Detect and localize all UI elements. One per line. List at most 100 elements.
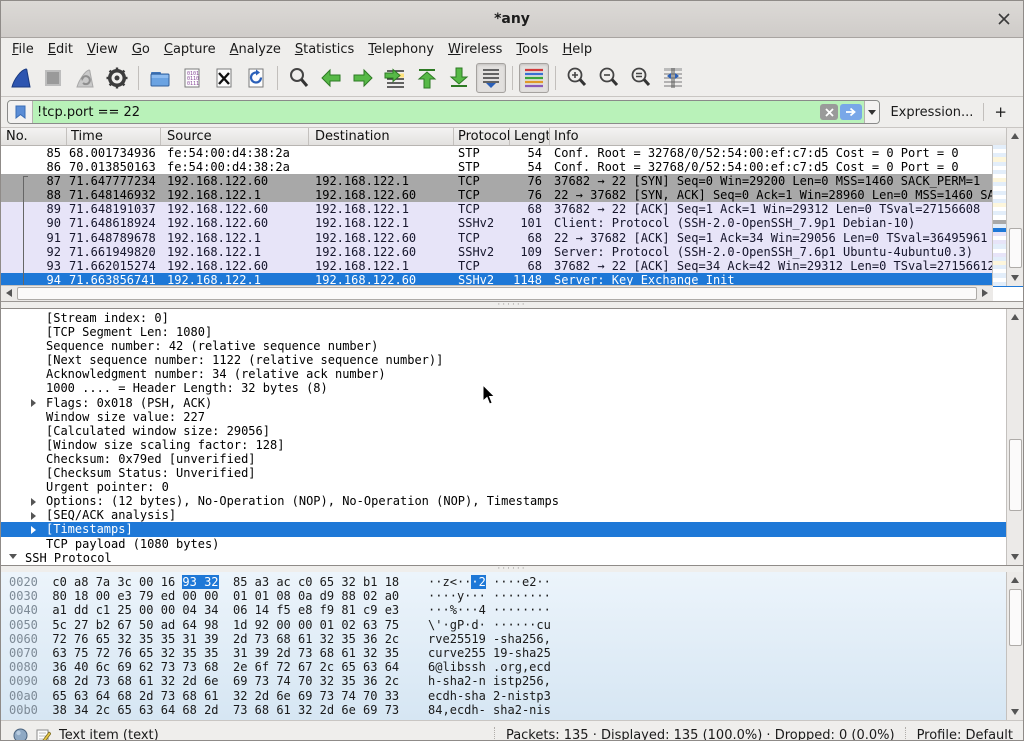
packet-row-86[interactable]: 8670.013850163fe:54:00:d4:38:2aSTP54Conf… (1, 160, 1023, 174)
detail-line[interactable]: [SEQ/ACK analysis] (1, 508, 1007, 522)
column-header-info[interactable]: Info (550, 128, 1023, 145)
window-close-button[interactable] (995, 10, 1013, 28)
packet-row-91[interactable]: 9171.648789678192.168.122.1192.168.122.6… (1, 231, 1023, 245)
start-capture-button[interactable] (6, 63, 36, 93)
column-header-no[interactable]: No. (1, 128, 67, 145)
scroll-down-button[interactable] (1008, 271, 1022, 285)
bytes-vertical-scrollbar[interactable] (1006, 572, 1023, 720)
detail-line[interactable]: SSH Protocol (1, 551, 1007, 565)
open-capture-button[interactable] (145, 63, 175, 93)
hex-row-0030[interactable]: 0030 80 18 00 e3 79 ed 00 00 01 01 08 0a… (9, 589, 551, 603)
detail-line[interactable]: [TCP Segment Len: 1080] (1, 325, 1007, 339)
hex-row-0080[interactable]: 0080 36 40 6c 69 62 73 73 68 2e 6f 72 67… (9, 660, 551, 674)
scrollbar-thumb[interactable] (17, 287, 977, 300)
stop-capture-button[interactable] (38, 63, 68, 93)
display-filter-input[interactable] (33, 105, 820, 120)
menu-file[interactable]: File (5, 40, 41, 59)
restart-capture-button[interactable] (70, 63, 100, 93)
hex-row-0040[interactable]: 0040 a1 dd c1 25 00 00 04 34 06 14 f5 e8… (9, 603, 551, 617)
column-header-length[interactable]: Length (510, 128, 550, 145)
scroll-right-button[interactable] (978, 286, 992, 300)
go-to-packet-button[interactable] (380, 63, 410, 93)
menu-statistics[interactable]: Statistics (288, 40, 361, 59)
detail-line[interactable]: Urgent pointer: 0 (1, 480, 1007, 494)
menu-wireless[interactable]: Wireless (441, 40, 509, 59)
hex-row-0020[interactable]: 0020 c0 a8 7a 3c 00 16 93 32 85 a3 ac c0… (9, 575, 551, 589)
menu-view[interactable]: View (80, 40, 125, 59)
scroll-up-button[interactable] (1008, 573, 1022, 587)
menu-tools[interactable]: Tools (509, 40, 555, 59)
expander-collapsed-icon[interactable] (31, 498, 36, 506)
scroll-down-button[interactable] (1008, 550, 1022, 564)
display-filter-field[interactable] (7, 100, 880, 124)
hex-row-0060[interactable]: 0060 72 76 65 32 35 35 31 39 2d 73 68 61… (9, 632, 551, 646)
packet-row-92[interactable]: 9271.661949820192.168.122.1192.168.122.6… (1, 245, 1023, 259)
filter-history-dropdown[interactable] (864, 101, 879, 123)
detail-line[interactable]: Sequence number: 42 (relative sequence n… (1, 339, 1007, 353)
menu-go[interactable]: Go (125, 40, 157, 59)
packet-row-93[interactable]: 9371.662015274192.168.122.60192.168.122.… (1, 259, 1023, 273)
packet-row-85[interactable]: 8568.001734936fe:54:00:d4:38:2aSTP54Conf… (1, 146, 1023, 160)
packet-list-horizontal-scrollbar[interactable] (1, 285, 993, 301)
zoom-in-button[interactable] (562, 63, 592, 93)
scrollbar-thumb[interactable] (1009, 228, 1022, 268)
filter-apply-button[interactable] (840, 104, 862, 120)
detail-line[interactable]: TCP payload (1080 bytes) (1, 537, 1007, 551)
detail-line[interactable]: [Checksum Status: Unverified] (1, 466, 1007, 480)
filter-add-button[interactable]: + (984, 103, 1017, 121)
menu-capture[interactable]: Capture (157, 40, 223, 59)
details-vertical-scrollbar[interactable] (1006, 309, 1023, 565)
title-bar[interactable]: *any (1, 1, 1023, 38)
packet-list-vertical-scrollbar[interactable] (1006, 128, 1023, 286)
scroll-up-button[interactable] (1008, 310, 1022, 324)
packet-row-90[interactable]: 9071.648618924192.168.122.60192.168.122.… (1, 216, 1023, 230)
expression-button[interactable]: Expression... (880, 105, 983, 120)
detail-line[interactable]: Flags: 0x018 (PSH, ACK) (1, 396, 1007, 410)
go-last-button[interactable] (444, 63, 474, 93)
zoom-out-button[interactable] (594, 63, 624, 93)
column-header-protocol[interactable]: Protocol (454, 128, 510, 145)
expander-expanded-icon[interactable] (9, 554, 17, 559)
menu-help[interactable]: Help (555, 40, 599, 59)
column-header-destination[interactable]: Destination (309, 128, 454, 145)
find-packet-button[interactable] (284, 63, 314, 93)
reload-capture-button[interactable] (241, 63, 271, 93)
expander-collapsed-icon[interactable] (31, 512, 36, 520)
column-header-source[interactable]: Source (161, 128, 309, 145)
hex-row-00b0[interactable]: 00b0 38 34 2c 65 63 64 68 2d 73 68 61 32… (9, 703, 551, 717)
detail-line[interactable]: Checksum: 0x79ed [unverified] (1, 452, 1007, 466)
packet-row-88[interactable]: 8871.648146932192.168.122.1192.168.122.6… (1, 188, 1023, 202)
hex-row-0050[interactable]: 0050 5c 27 b2 67 50 ad 64 98 1d 92 00 00… (9, 618, 551, 632)
scrollbar-thumb[interactable] (1009, 589, 1022, 646)
hex-row-0090[interactable]: 0090 68 2d 73 68 61 32 2d 6e 69 73 74 70… (9, 674, 551, 688)
scroll-up-button[interactable] (1008, 129, 1022, 143)
go-next-button[interactable] (348, 63, 378, 93)
expander-collapsed-icon[interactable] (31, 526, 36, 534)
scroll-left-button[interactable] (2, 286, 16, 300)
save-capture-button[interactable]: 010101100111 (177, 63, 207, 93)
go-previous-button[interactable] (316, 63, 346, 93)
detail-line[interactable]: SSH Version 2 (encryption:chacha20-poly1… (1, 565, 1007, 566)
status-profile[interactable]: Profile: Default (917, 728, 1013, 741)
hex-row-0070[interactable]: 0070 63 75 72 76 65 32 35 35 31 39 2d 73… (9, 646, 551, 660)
column-header-time[interactable]: Time (67, 128, 161, 145)
packet-list-minimap[interactable] (992, 145, 1007, 286)
detail-line[interactable]: Acknowledgment number: 34 (relative ack … (1, 367, 1007, 381)
zoom-original-button[interactable] (626, 63, 656, 93)
expander-collapsed-icon[interactable] (31, 399, 36, 407)
resize-columns-button[interactable] (658, 63, 688, 93)
capture-comment-icon[interactable] (36, 728, 51, 741)
menu-analyze[interactable]: Analyze (223, 40, 288, 59)
filter-clear-button[interactable] (820, 104, 838, 120)
detail-line[interactable]: Options: (12 bytes), No-Operation (NOP),… (1, 494, 1007, 508)
capture-options-button[interactable] (102, 63, 132, 93)
menu-edit[interactable]: Edit (41, 40, 80, 59)
menu-telephony[interactable]: Telephony (361, 40, 441, 59)
detail-line[interactable]: 1000 .... = Header Length: 32 bytes (8) (1, 381, 1007, 395)
scroll-down-button[interactable] (1008, 705, 1022, 719)
detail-line[interactable]: [Stream index: 0] (1, 311, 1007, 325)
hex-row-00a0[interactable]: 00a0 65 63 64 68 2d 73 68 61 32 2d 6e 69… (9, 689, 551, 703)
scrollbar-thumb[interactable] (1009, 439, 1022, 511)
detail-line[interactable]: [Window size scaling factor: 128] (1, 438, 1007, 452)
filter-bookmark-button[interactable] (8, 101, 33, 123)
